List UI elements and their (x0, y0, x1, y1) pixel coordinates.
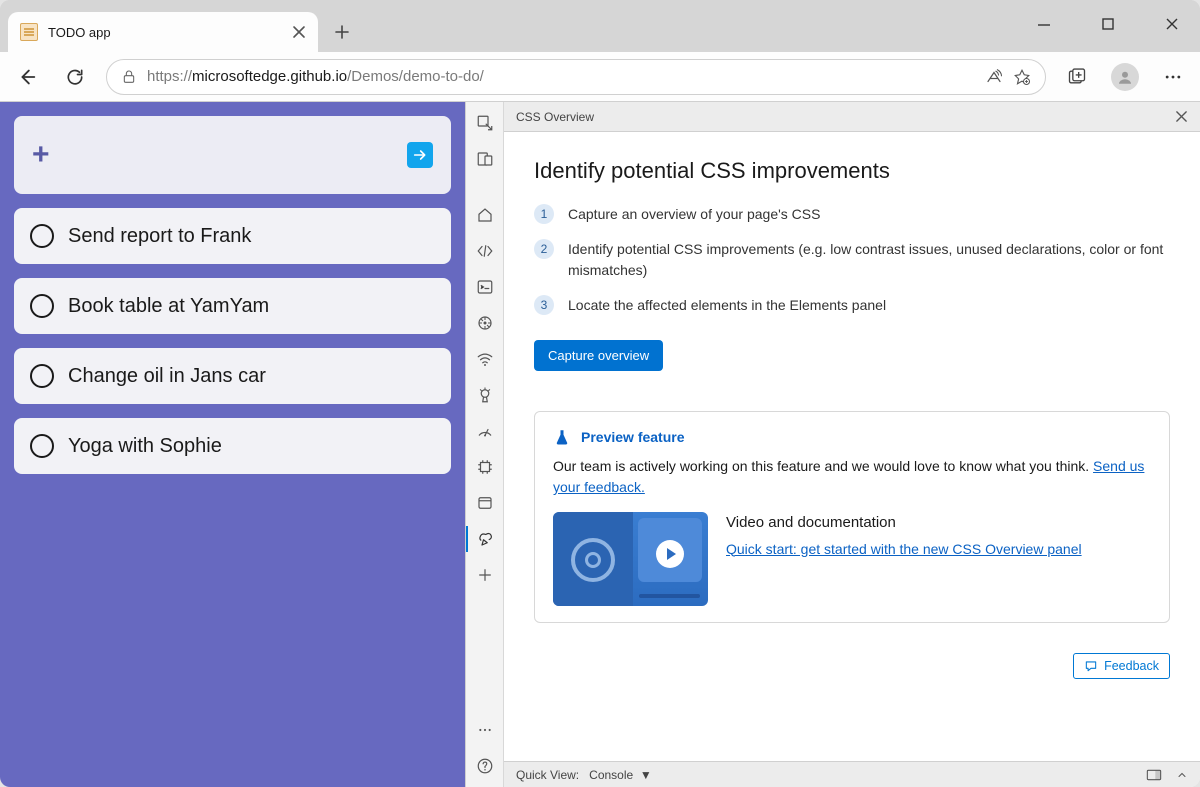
application-icon[interactable] (474, 456, 496, 478)
window-maximize-button[interactable] (1088, 8, 1128, 40)
memory-icon[interactable] (474, 384, 496, 406)
devtools-sidebar (466, 102, 504, 787)
network-icon[interactable] (474, 348, 496, 370)
play-icon (656, 540, 684, 568)
back-button[interactable] (10, 60, 44, 94)
quick-view-dropdown[interactable]: Console ▼ (589, 768, 652, 782)
circle-icon[interactable] (30, 364, 54, 388)
todo-item[interactable]: Change oil in Jans car (14, 348, 451, 404)
video-section-title: Video and documentation (726, 512, 1151, 535)
submit-arrow-button[interactable] (407, 142, 433, 168)
step-number: 3 (534, 295, 554, 315)
css-overview-icon[interactable] (474, 528, 496, 550)
todo-label: Book table at YamYam (68, 295, 269, 318)
panel-title: CSS Overview (516, 110, 594, 124)
quick-view-bar: Quick View: Console ▼ (504, 761, 1200, 787)
circle-icon[interactable] (30, 434, 54, 458)
step-item: 2Identify potential CSS improvements (e.… (534, 239, 1170, 281)
url-text: https://microsoftedge.github.io/Demos/de… (147, 68, 975, 85)
close-tab-icon[interactable] (292, 25, 306, 39)
devtools-panel: CSS Overview Identify potential CSS impr… (465, 102, 1200, 787)
video-thumbnail[interactable] (553, 512, 708, 606)
browser-tab[interactable]: TODO app (8, 12, 318, 52)
tab-bar: TODO app (0, 0, 1200, 52)
window-minimize-button[interactable] (1024, 8, 1064, 40)
tab-title: TODO app (48, 25, 282, 40)
close-panel-icon[interactable] (1175, 110, 1188, 123)
performance-icon[interactable] (474, 420, 496, 442)
quick-start-link[interactable]: Quick start: get started with the new CS… (726, 541, 1082, 557)
feedback-button[interactable]: Feedback (1073, 653, 1170, 679)
inspect-icon[interactable] (474, 112, 496, 134)
lock-icon (121, 69, 137, 85)
capture-overview-button[interactable]: Capture overview (534, 340, 663, 371)
welcome-icon[interactable] (474, 204, 496, 226)
sources-icon[interactable] (474, 312, 496, 334)
devtools-more-icon[interactable] (474, 719, 496, 741)
console-icon[interactable] (474, 276, 496, 298)
devtools-content: Identify potential CSS improvements 1Cap… (504, 132, 1200, 761)
todo-item[interactable]: Send report to Frank (14, 208, 451, 264)
preview-body-text: Our team is actively working on this fea… (553, 456, 1151, 498)
todo-label: Send report to Frank (68, 225, 251, 248)
quick-view-label: Quick View: (516, 768, 579, 782)
expand-up-icon[interactable] (1176, 769, 1188, 781)
devtools-panel-header: CSS Overview (504, 102, 1200, 132)
more-tools-icon[interactable] (474, 564, 496, 586)
collections-icon[interactable] (1060, 60, 1094, 94)
refresh-button[interactable] (58, 60, 92, 94)
device-toggle-icon[interactable] (474, 148, 496, 170)
circle-icon[interactable] (30, 224, 54, 248)
steps-list: 1Capture an overview of your page's CSS … (534, 204, 1170, 316)
step-item: 1Capture an overview of your page's CSS (534, 204, 1170, 225)
profile-button[interactable] (1108, 60, 1142, 94)
page-content: + Send report to Frank Book table at Yam… (0, 102, 465, 787)
todo-item[interactable]: Book table at YamYam (14, 278, 451, 334)
step-number: 1 (534, 204, 554, 224)
step-number: 2 (534, 239, 554, 259)
more-menu-button[interactable] (1156, 60, 1190, 94)
preview-header: Preview feature (553, 428, 1151, 446)
step-item: 3Locate the affected elements in the Ele… (534, 295, 1170, 316)
todo-item[interactable]: Yoga with Sophie (14, 418, 451, 474)
avatar (1111, 63, 1139, 91)
preview-card: Preview feature Our team is actively wor… (534, 411, 1170, 623)
elements-icon[interactable] (474, 240, 496, 262)
read-aloud-icon[interactable] (985, 68, 1003, 86)
tab-favicon (20, 23, 38, 41)
new-tab-button[interactable] (324, 14, 360, 50)
favorite-icon[interactable] (1013, 68, 1031, 86)
circle-icon[interactable] (30, 294, 54, 318)
add-todo-card[interactable]: + (14, 116, 451, 194)
browser-toolbar: https://microsoftedge.github.io/Demos/de… (0, 52, 1200, 102)
help-icon[interactable] (474, 755, 496, 777)
todo-label: Yoga with Sophie (68, 435, 222, 458)
todo-label: Change oil in Jans car (68, 365, 266, 388)
window-close-button[interactable] (1152, 8, 1192, 40)
panel-heading: Identify potential CSS improvements (534, 158, 1170, 184)
dock-icon[interactable] (1146, 768, 1162, 782)
plus-icon: + (32, 138, 50, 172)
flask-icon (553, 428, 571, 446)
address-bar[interactable]: https://microsoftedge.github.io/Demos/de… (106, 59, 1046, 95)
security-icon[interactable] (474, 492, 496, 514)
